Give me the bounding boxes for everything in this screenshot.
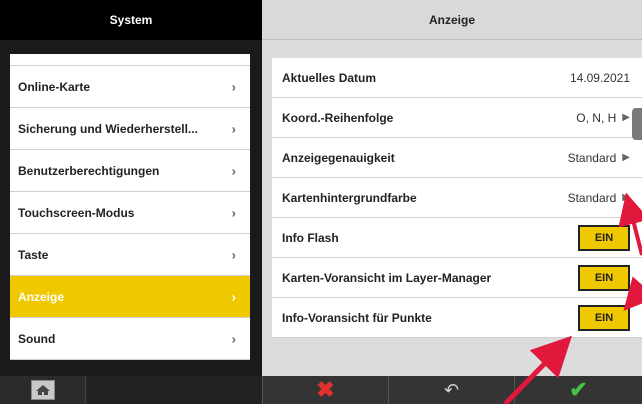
info-flash-toggle[interactable]: EIN	[578, 224, 630, 251]
setting-kartenhintergrundfarbe[interactable]: Kartenhintergrundfarbe Standard ▶	[272, 178, 642, 218]
menu-item-label: Online-Karte	[18, 79, 91, 94]
bottom-spacer	[86, 376, 262, 404]
menu-item-taste[interactable]: Taste ›	[10, 234, 250, 276]
karten-voransicht-toggle[interactable]: EIN	[578, 264, 630, 291]
home-button[interactable]	[0, 376, 86, 404]
chevron-right-icon: ›	[231, 205, 236, 220]
setting-koord-reihenfolge[interactable]: Koord.-Reihenfolge O, N, H ▶	[272, 98, 642, 138]
chevron-right-icon: ›	[231, 331, 236, 346]
setting-label: Koord.-Reihenfolge	[282, 110, 394, 125]
setting-label: Karten-Voransicht im Layer-Manager	[282, 270, 492, 285]
menu-item-online-karte[interactable]: Online-Karte ›	[10, 66, 250, 108]
undo-icon: ↶	[443, 380, 460, 400]
play-arrow-icon: ▶	[622, 192, 630, 203]
undo-button[interactable]: ↶	[388, 376, 514, 404]
setting-label: Aktuelles Datum	[282, 70, 377, 85]
settings-screen: System Online-Karte › Sicherung und Wied…	[0, 0, 642, 404]
setting-info-flash: Info Flash EIN	[272, 218, 642, 258]
menu-item-label: Benutzerberechtigungen	[18, 163, 160, 178]
home-icon	[30, 380, 55, 400]
chevron-right-icon: ›	[231, 163, 236, 178]
check-icon: ✔	[569, 377, 588, 402]
menu-item-label: Taste	[18, 247, 49, 262]
bottom-toolbar: ✖ ↶ ✔	[0, 376, 642, 404]
cancel-button[interactable]: ✖	[262, 376, 388, 404]
setting-info-voransicht: Info-Voransicht für Punkte EIN	[272, 298, 642, 338]
menu-item-anzeige[interactable]: Anzeige ›	[10, 276, 250, 318]
setting-label: Info-Voransicht für Punkte	[282, 310, 432, 325]
play-arrow-icon: ▶	[622, 152, 630, 163]
right-panel-title: Anzeige	[262, 0, 642, 40]
setting-karten-voransicht: Karten-Voransicht im Layer-Manager EIN	[272, 258, 642, 298]
menu-item-label: Sound	[18, 331, 56, 346]
setting-value: Standard ▶	[567, 190, 630, 205]
menu-item-sound[interactable]: Sound ›	[10, 318, 250, 360]
menu-item-partial[interactable]	[10, 54, 250, 66]
close-icon: ✖	[316, 377, 335, 402]
setting-label: Kartenhintergrundfarbe	[282, 190, 417, 205]
menu-item-touchscreen-modus[interactable]: Touchscreen-Modus ›	[10, 192, 250, 234]
info-voransicht-toggle[interactable]: EIN	[578, 304, 630, 331]
play-arrow-icon: ▶	[622, 112, 630, 123]
setting-value: 14.09.2021	[569, 70, 630, 85]
menu-item-label: Sicherung und Wiederherstell...	[18, 121, 198, 136]
setting-value: O, N, H ▶	[576, 110, 630, 125]
setting-anzeigegenauigkeit[interactable]: Anzeigegenauigkeit Standard ▶	[272, 138, 642, 178]
left-panel-title: System	[0, 0, 262, 40]
setting-value: Standard ▶	[567, 150, 630, 165]
chevron-right-icon: ›	[231, 289, 236, 304]
setting-label: Info Flash	[282, 230, 339, 245]
chevron-right-icon: ›	[231, 247, 236, 262]
system-menu-list: Online-Karte › Sicherung und Wiederherst…	[10, 54, 250, 360]
menu-item-benutzerberechtigungen[interactable]: Benutzerberechtigungen ›	[10, 150, 250, 192]
setting-aktuelles-datum[interactable]: Aktuelles Datum 14.09.2021	[272, 58, 642, 98]
chevron-right-icon: ›	[231, 79, 236, 94]
scroll-handle[interactable]	[632, 108, 642, 140]
confirm-button[interactable]: ✔	[514, 376, 642, 404]
menu-item-label: Anzeige	[18, 289, 65, 304]
system-menu: Online-Karte › Sicherung und Wiederherst…	[0, 40, 262, 376]
menu-item-sicherung[interactable]: Sicherung und Wiederherstell... ›	[10, 108, 250, 150]
menu-item-label: Touchscreen-Modus	[18, 205, 135, 220]
display-settings: Aktuelles Datum 14.09.2021 Koord.-Reihen…	[262, 40, 642, 376]
setting-label: Anzeigegenauigkeit	[282, 150, 395, 165]
chevron-right-icon: ›	[231, 121, 236, 136]
display-settings-list: Aktuelles Datum 14.09.2021 Koord.-Reihen…	[272, 58, 642, 338]
